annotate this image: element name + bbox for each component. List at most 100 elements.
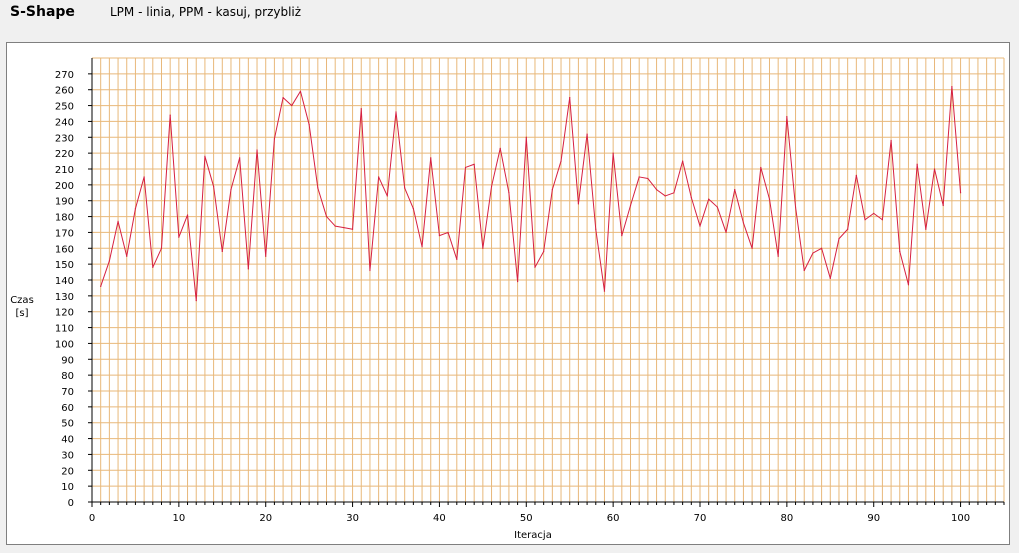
data-point: [873, 212, 875, 214]
y-tick-label: 50: [61, 419, 74, 430]
x-tick-label: 0: [89, 513, 95, 524]
data-point: [786, 116, 788, 118]
data-point: [378, 176, 380, 178]
data-point: [638, 176, 640, 178]
data-point: [134, 208, 137, 210]
y-tick-label: 80: [61, 371, 74, 382]
data-point: [760, 166, 762, 169]
y-tick-label: 180: [55, 213, 74, 224]
data-point: [386, 195, 388, 197]
data-point: [126, 255, 128, 257]
data-point: [239, 157, 241, 159]
data-point: [178, 236, 180, 238]
data-point: [213, 185, 215, 188]
data-point: [838, 238, 840, 240]
data-point: [291, 104, 293, 107]
data-point: [108, 260, 110, 262]
y-tick-label: 10: [61, 482, 74, 493]
axis-labels: Iteracja Czas [s]: [10, 295, 552, 541]
data-point: [560, 160, 562, 162]
data-point: [430, 157, 432, 159]
data-point: [169, 114, 171, 116]
data-point: [881, 219, 884, 221]
y-tick-label: 160: [55, 244, 74, 255]
y-tick-label: 270: [55, 70, 74, 81]
data-point: [612, 152, 614, 154]
data-point: [360, 108, 362, 110]
x-axis-label: Iteracja: [514, 530, 552, 541]
data-point: [821, 247, 823, 249]
data-point: [569, 97, 571, 99]
data-point: [603, 290, 606, 292]
data-point: [490, 185, 493, 188]
data-point: [143, 176, 145, 178]
data-point: [499, 147, 501, 149]
data-point: [673, 192, 675, 194]
data-point: [629, 204, 632, 207]
data-point: [299, 90, 302, 92]
data-point: [890, 139, 892, 142]
data-point: [907, 284, 910, 286]
data-point: [100, 285, 102, 287]
data-point: [186, 214, 189, 216]
x-tick-label: 70: [694, 513, 707, 524]
data-point: [117, 220, 119, 222]
y-tick-label: 120: [55, 308, 74, 319]
y-tick-label: 110: [55, 324, 74, 335]
data-point: [369, 269, 371, 272]
data-point: [621, 235, 623, 237]
data-point: [595, 228, 597, 230]
data-point: [794, 206, 797, 208]
series-line: [100, 86, 962, 302]
x-tick-label: 30: [346, 513, 359, 524]
data-point: [847, 228, 849, 230]
data-point: [534, 266, 536, 268]
data-point: [464, 166, 467, 169]
data-point: [699, 225, 701, 227]
data-point: [273, 138, 275, 140]
data-point: [925, 228, 927, 230]
data-point: [768, 198, 771, 200]
data-point: [812, 252, 814, 254]
y-tick-label: 20: [61, 466, 74, 477]
data-point: [664, 195, 666, 197]
y-tick-label: 140: [55, 276, 74, 287]
y-tick-label: 60: [61, 403, 74, 414]
data-point: [690, 196, 692, 199]
app-window: S-Shape LPM - linia, PPM - kasuj, przybl…: [0, 0, 1019, 553]
data-point: [734, 189, 736, 191]
y-tick-label: 220: [55, 149, 74, 160]
y-tick-label: 90: [61, 355, 74, 366]
data-point: [256, 149, 258, 151]
data-point: [317, 187, 319, 189]
y-tick-label: 240: [55, 117, 74, 128]
x-tick-label: 10: [172, 513, 185, 524]
data-point: [708, 198, 710, 200]
data-point: [438, 235, 441, 237]
y-tick-label: 260: [55, 86, 74, 97]
data-point: [334, 225, 336, 227]
line-chart[interactable]: 0 10 20 30 40 50 60 70 80 90 100 0 10 20 30 40 50 60 70 80 9…: [0, 0, 1019, 553]
data-point: [473, 163, 475, 165]
data-point: [742, 222, 745, 224]
data-point: [195, 300, 197, 302]
data-point: [282, 97, 284, 99]
y-tick-label: 230: [55, 133, 74, 144]
data-point: [204, 155, 206, 157]
data-point: [933, 168, 936, 170]
data-point: [551, 189, 553, 191]
y-tick-label: 250: [55, 102, 74, 113]
data-point: [325, 215, 328, 218]
data-point: [803, 269, 805, 272]
data-point: [959, 192, 962, 194]
y-tick-label: 170: [55, 228, 74, 239]
series: [100, 85, 962, 302]
data-point: [517, 280, 519, 283]
y-tick-label: 0: [68, 498, 74, 509]
data-point: [647, 177, 649, 180]
x-tick-label: 40: [433, 513, 446, 524]
data-point: [543, 250, 545, 253]
data-point: [951, 85, 953, 88]
data-point: [655, 189, 658, 191]
y-axis-label: Czas: [10, 295, 34, 306]
